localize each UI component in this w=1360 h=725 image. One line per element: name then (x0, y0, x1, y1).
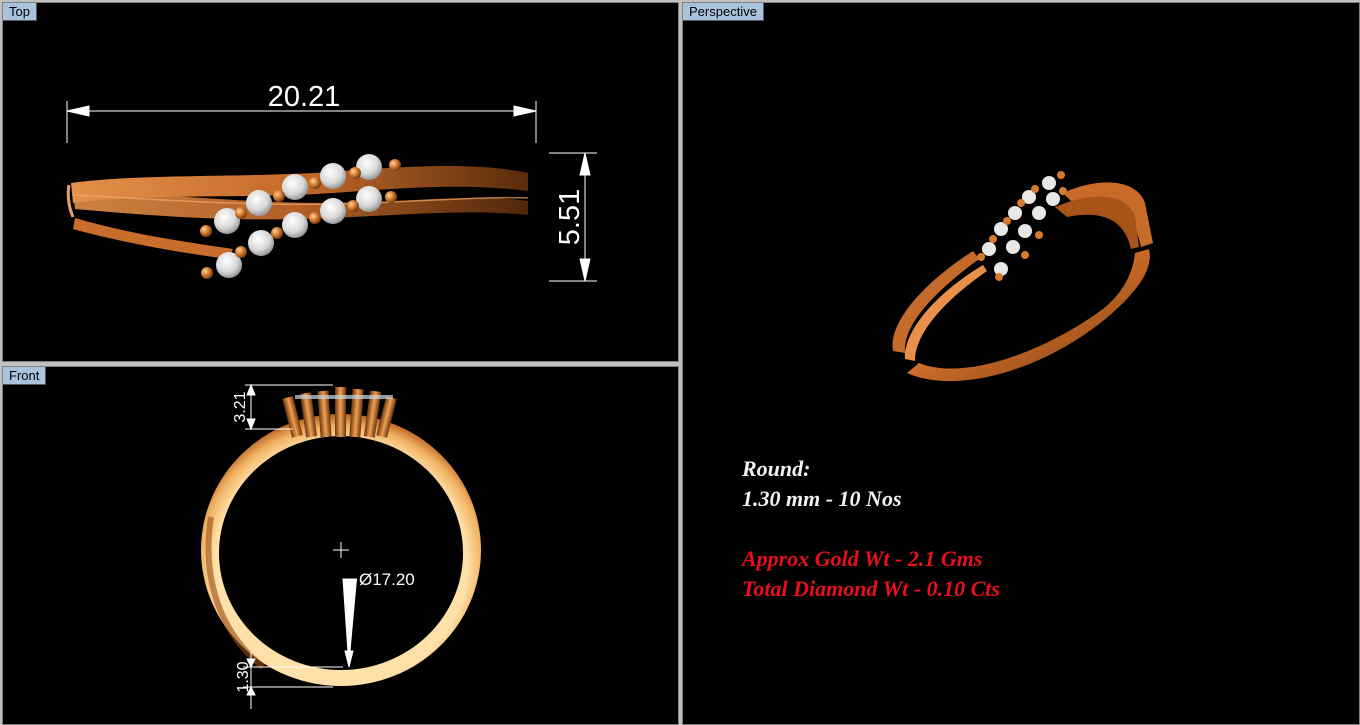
perspective-diamonds (982, 176, 1060, 276)
stone-detail-text: 1.30 mm - 10 Nos (742, 486, 902, 511)
ring-perspective-shape (892, 182, 1153, 382)
band-thickness-dimension-label: 1.30 (235, 661, 252, 692)
setting-height-dimension-label: 3.21 (232, 391, 249, 422)
perspective-viewport-label[interactable]: Perspective (683, 3, 764, 21)
front-view-drawing: Ø17.20 3.21 1.30 (201, 383, 481, 709)
height-dimension-label: 5.51 (554, 189, 586, 245)
top-view-drawing: 20.21 5.51 (66, 81, 597, 282)
perspective-viewport[interactable]: Perspective Round: 1.30 mm - 10 Nos Appr… (682, 2, 1360, 725)
gold-weight-text: Approx Gold Wt - 2.1 Gms (742, 546, 983, 571)
prong-settings (282, 387, 397, 438)
top-viewport[interactable]: Top 20.21 5.51 (2, 2, 679, 362)
top-viewport-label[interactable]: Top (3, 3, 37, 21)
stone-shape-text: Round: (742, 456, 811, 481)
diameter-dimension-label: Ø17.20 (359, 570, 415, 589)
front-viewport[interactable]: Front Ø17.20 3.21 1.30 (2, 366, 679, 725)
perspective-view-drawing (892, 171, 1153, 382)
width-dimension-label: 20.21 (268, 81, 341, 113)
diamond-weight-text: Total Diamond Wt - 0.10 Cts (742, 576, 1000, 601)
front-viewport-label[interactable]: Front (3, 367, 47, 385)
